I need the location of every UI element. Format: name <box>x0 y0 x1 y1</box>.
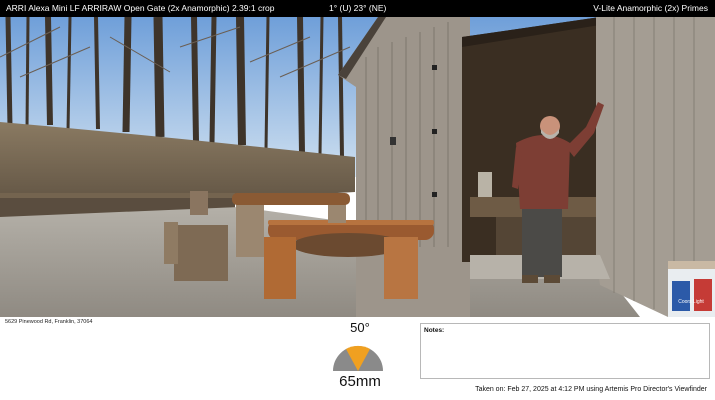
coors-box: Coors Light <box>668 261 715 317</box>
box-label: Coors Light <box>678 299 704 305</box>
location-address: 5629 Pinewood Rd, Franklin, 37064 <box>5 319 93 325</box>
field-of-view-icon <box>333 345 383 371</box>
capture-info: Taken on: Feb 27, 2025 at 4:12 PM using … <box>475 386 707 393</box>
notes-label: Notes: <box>424 327 445 334</box>
scene-photo: Coors Light <box>0 17 715 317</box>
lens-set-label: V-Lite Anamorphic (2x) Primes <box>593 3 708 13</box>
notes-box[interactable]: Notes: <box>420 323 710 379</box>
orientation-readout: 1° (U) 23° (NE) <box>329 3 387 13</box>
focal-length-label: 65mm <box>339 373 381 390</box>
camera-format-label: ARRI Alexa Mini LF ARRIRAW Open Gate (2x… <box>6 3 275 13</box>
fov-angle-label: 50° <box>350 320 370 335</box>
header-bar: ARRI Alexa Mini LF ARRIRAW Open Gate (2x… <box>0 0 715 17</box>
viewfinder-frame: Coors Light <box>0 17 715 317</box>
